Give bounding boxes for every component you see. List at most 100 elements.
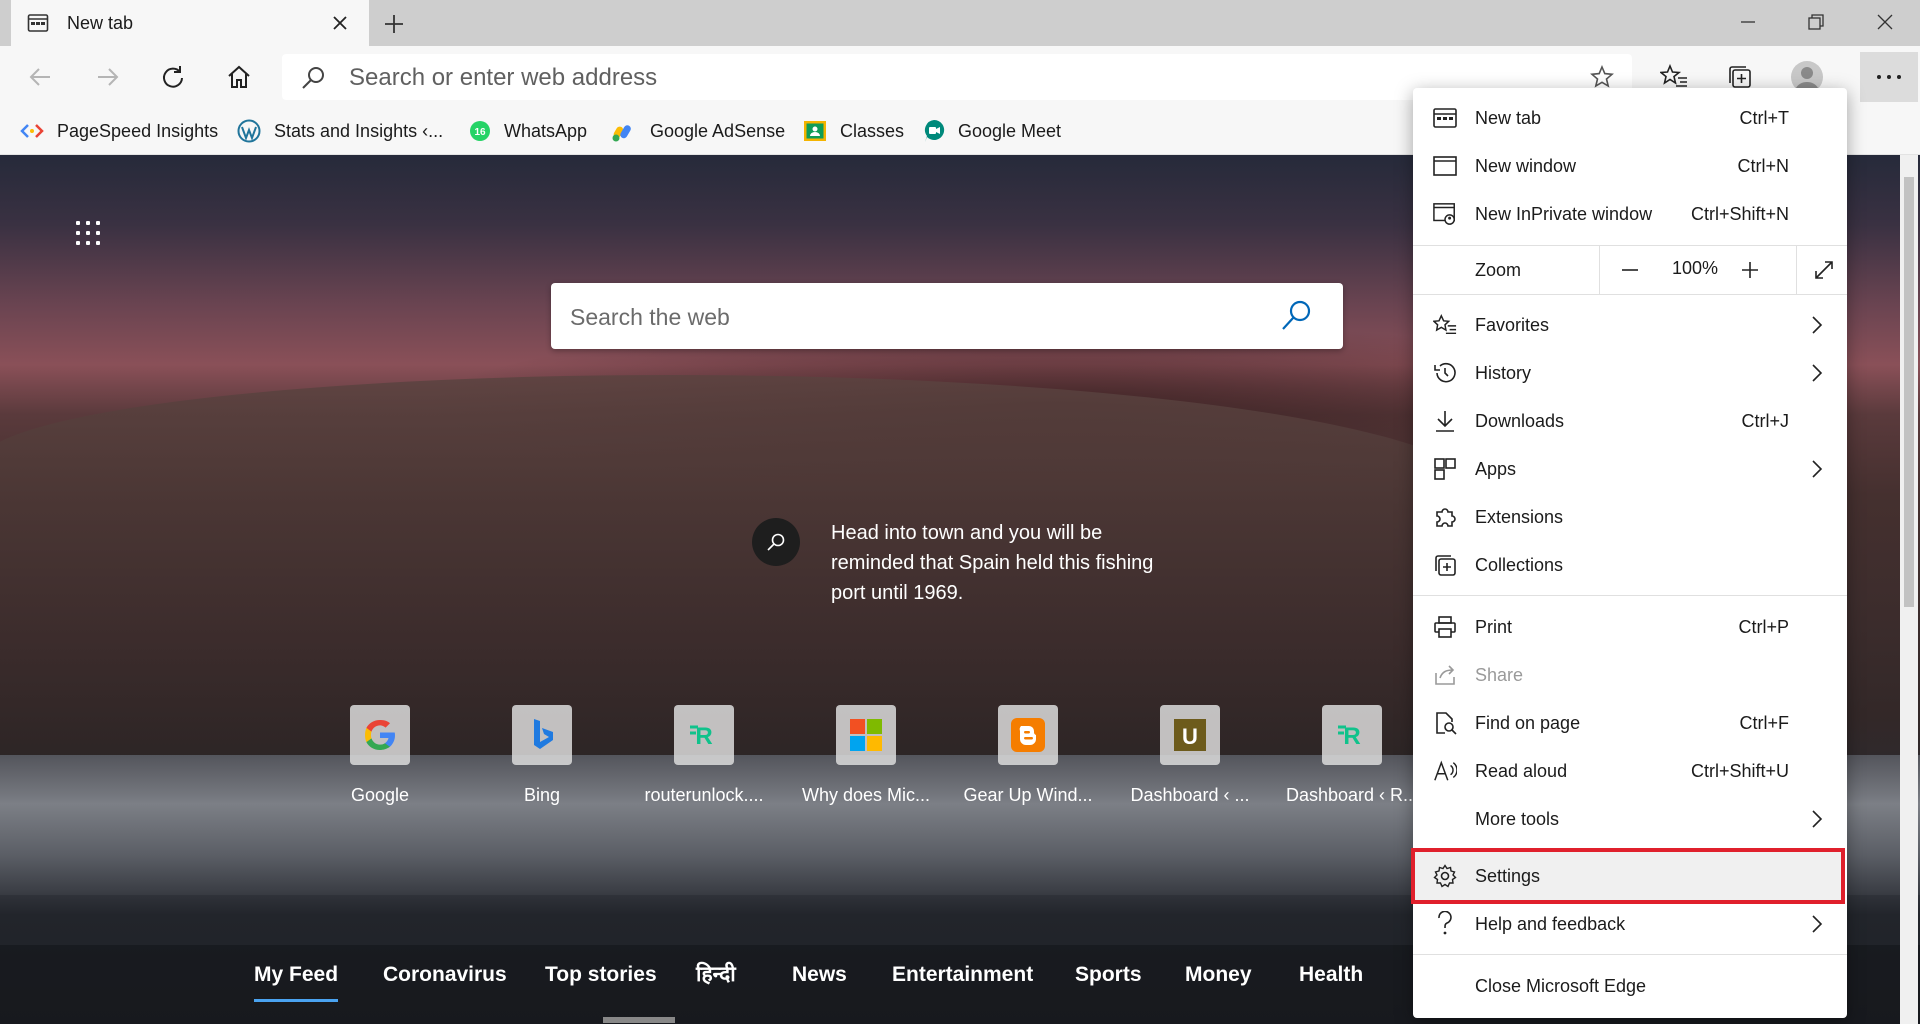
adsense-icon [612,125,631,142]
menu-item-history[interactable]: History [1413,349,1847,397]
restore-icon[interactable] [1786,4,1846,40]
settings-and-more-icon[interactable] [1860,52,1918,102]
feed-tab-money[interactable]: Money [1185,945,1252,1024]
feed-tab-my-feed[interactable]: My Feed [254,945,339,1024]
search-icon[interactable] [1279,299,1313,333]
close-window-icon[interactable] [1855,4,1915,40]
close-tab-icon[interactable] [329,12,351,34]
menu-label: Apps [1475,458,1517,479]
feed-tab-health[interactable]: Health [1299,945,1363,1024]
menu-label: Extensions [1475,506,1564,527]
menu-label: Zoom [1475,259,1522,280]
back-arrow-icon[interactable] [22,58,60,96]
wordpress-icon [237,119,261,143]
menu-shortcut: Ctrl+F [1739,712,1790,733]
quick-link-gear-up-windows[interactable]: Gear Up Wind... [953,705,1103,806]
menu-item-settings[interactable]: Settings [1413,852,1847,900]
forward-arrow-icon[interactable] [88,58,126,96]
menu-item-share[interactable]: Share [1413,651,1847,699]
menu-label: More tools [1475,808,1560,829]
menu-label: Find on page [1475,712,1581,733]
feed-tab-coronavirus[interactable]: Coronavirus [383,945,507,1024]
feed-tab-sports[interactable]: Sports [1075,945,1142,1024]
menu-item-new-inprivate-window[interactable]: New InPrivate window Ctrl+Shift+N [1413,190,1847,238]
address-input[interactable] [347,62,1551,94]
share-icon [1433,663,1457,687]
full-screen-icon[interactable] [1810,256,1838,284]
menu-label: Close Microsoft Edge [1475,975,1647,996]
find-on-page-icon [1433,711,1457,735]
favorites-icon [1433,313,1457,337]
chevron-right-icon [1811,914,1823,939]
chevron-right-icon [1811,363,1823,388]
menu-label: Print [1475,616,1513,637]
quick-link-label: Bing [523,785,561,805]
menu-item-downloads[interactable]: Downloads Ctrl+J [1413,397,1847,445]
menu-item-favorites[interactable]: Favorites [1413,301,1847,349]
menu-item-close-microsoft-edge[interactable]: Close Microsoft Edge [1413,962,1847,1010]
bookmark-whatsapp[interactable]: 16 WhatsApp [469,108,587,154]
quick-link-dashboard-1[interactable]: U Dashboard ‹ ... [1115,705,1265,806]
search-icon [302,67,324,89]
menu-item-collections[interactable]: Collections [1413,541,1847,589]
menu-shortcut: Ctrl+Shift+U [1690,760,1789,781]
menu-item-apps[interactable]: Apps [1413,445,1847,493]
quick-link-dashboard-2[interactable]: R Dashboard ‹ R... [1277,705,1427,806]
menu-label: Favorites [1475,314,1550,335]
collections-icon [1433,553,1457,577]
bookmark-google-meet[interactable]: Google Meet [923,108,1061,154]
menu-item-zoom: Zoom 100% [1413,246,1847,294]
new-window-icon [1433,154,1457,178]
bookmark-adsense[interactable]: Google AdSense [611,108,785,154]
minimize-icon[interactable] [1718,4,1778,40]
refresh-icon[interactable] [154,58,192,96]
feed-tab-news[interactable]: News [792,945,847,1024]
zoom-in-plus-icon[interactable] [1736,256,1764,284]
quick-link-google[interactable]: Google [305,705,455,806]
whatsapp-icon: 16 [470,121,490,141]
menu-item-new-tab[interactable]: New tab Ctrl+T [1413,94,1847,142]
bookmark-classes[interactable]: Classes [803,108,904,154]
feed-tab-entertainment[interactable]: Entertainment [892,945,1033,1024]
vertical-scrollbar[interactable] [1900,155,1918,1024]
bookmark-stats-insights[interactable]: Stats and Insights ‹... [237,108,443,154]
quick-link-why-does-microsoft[interactable]: Why does Mic... [791,705,941,806]
routerunlock-icon: R [1322,705,1382,765]
web-search-box[interactable] [551,283,1343,349]
menu-shortcut: Ctrl+P [1738,616,1789,637]
menu-item-help-and-feedback[interactable]: Help and feedback [1413,900,1847,948]
menu-item-print[interactable]: Print Ctrl+P [1413,603,1847,651]
tab-new-tab[interactable]: New tab [11,0,369,46]
web-search-input[interactable] [568,299,1262,335]
zoom-out-minus-icon[interactable] [1616,256,1644,284]
bookmark-label: Google Meet [958,120,1062,141]
menu-label: New tab [1475,107,1542,128]
feed-tab-hindi[interactable]: हिन्दी [696,945,736,1024]
menu-label: Share [1475,664,1524,685]
home-icon[interactable] [220,58,258,96]
feed-tab-top-stories[interactable]: Top stories [545,945,657,1024]
add-favorite-star-icon[interactable] [1590,65,1614,89]
menu-item-extensions[interactable]: Extensions [1413,493,1847,541]
horizontal-scroll-indicator [603,1017,675,1023]
scrollbar-thumb[interactable] [1904,177,1914,607]
menu-separator [1413,294,1847,295]
bookmark-label: Stats and Insights ‹... [274,120,444,141]
menu-item-more-tools[interactable]: More tools [1413,795,1847,843]
tab-title: New tab [67,12,134,33]
chevron-right-icon [1811,315,1823,340]
bookmark-label: PageSpeed Insights [57,120,219,141]
fact-search-icon[interactable] [752,518,800,566]
menu-item-read-aloud[interactable]: Read aloud Ctrl+Shift+U [1413,747,1847,795]
google-classroom-icon [804,121,826,141]
menu-separator [1413,595,1847,596]
bookmark-pagespeed[interactable]: PageSpeed Insights [20,108,218,154]
menu-item-new-window[interactable]: New window Ctrl+N [1413,142,1847,190]
quick-link-bing[interactable]: Bing [467,705,617,806]
quick-link-label: Gear Up Wind... [963,785,1093,805]
app-launcher-icon[interactable] [76,221,100,245]
quick-link-routerunlock[interactable]: R routerunlock.... [629,705,779,806]
microsoft-icon [836,705,896,765]
menu-item-find-on-page[interactable]: Find on page Ctrl+F [1413,699,1847,747]
new-tab-plus-icon[interactable] [380,10,408,38]
